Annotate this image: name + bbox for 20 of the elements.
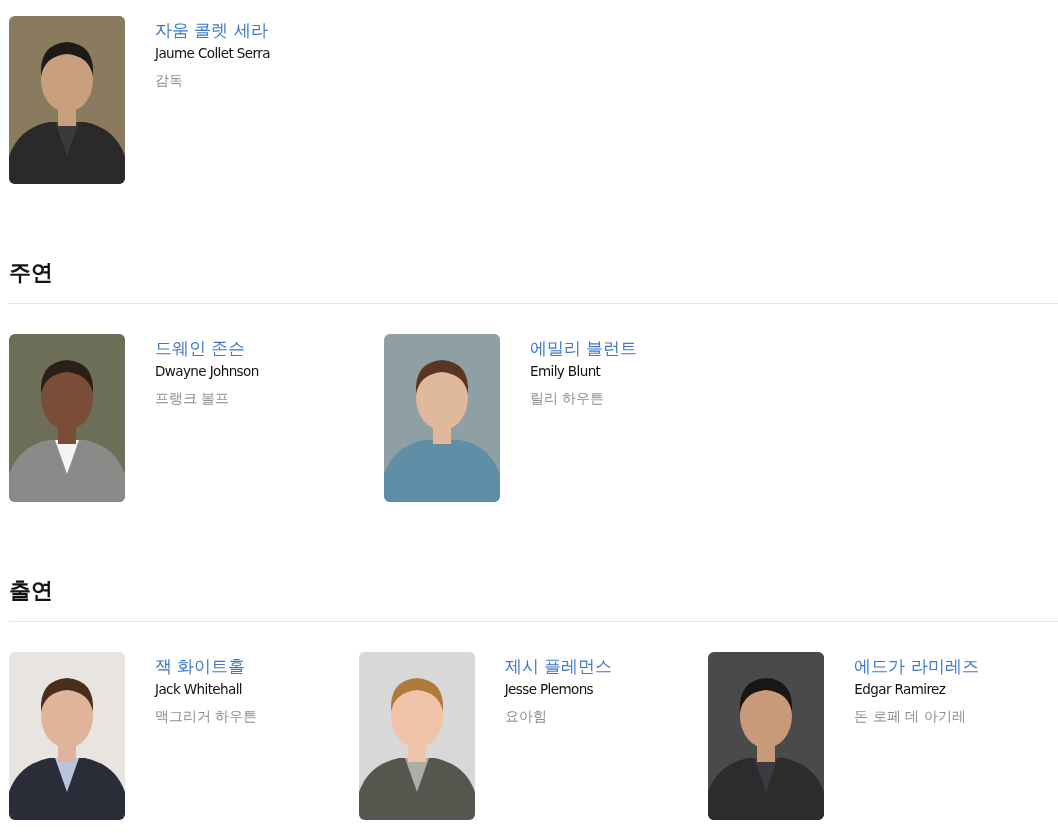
person-name-english: Jack Whitehall	[155, 680, 243, 699]
person-name-link[interactable]: 잭 화이트홀	[155, 654, 258, 678]
role-label: 프랭크 볼프	[155, 389, 231, 408]
person-name-link[interactable]: 드웨인 존슨	[155, 336, 259, 360]
person-name-english: Edgar Ramirez	[854, 680, 947, 699]
person-name-link[interactable]: 제시 플레먼스	[504, 654, 613, 678]
person-name-link[interactable]: 에드가 라미레즈	[854, 654, 979, 678]
role-label: 요아힘	[504, 707, 548, 726]
person-name-link[interactable]: 에밀리 블런트	[530, 336, 638, 360]
role-label: 맥그리거 하우튼	[155, 707, 258, 726]
person-name-english: Jaume Collet Serra	[155, 44, 270, 63]
role-label: 감독	[155, 71, 184, 90]
role-label: 돈 로페 데 아기레	[854, 707, 967, 726]
role-label: 릴리 하우튼	[530, 389, 606, 408]
person-name-english: Emily Blunt	[530, 362, 602, 381]
person-name-english: Dwayne Johnson	[155, 362, 259, 381]
section-heading: 주연	[9, 260, 54, 286]
person-name-english: Jesse Plemons	[504, 680, 595, 699]
section-heading: 출연	[9, 578, 54, 604]
person-name-link[interactable]: 자움 콜렛 세라	[155, 18, 270, 42]
